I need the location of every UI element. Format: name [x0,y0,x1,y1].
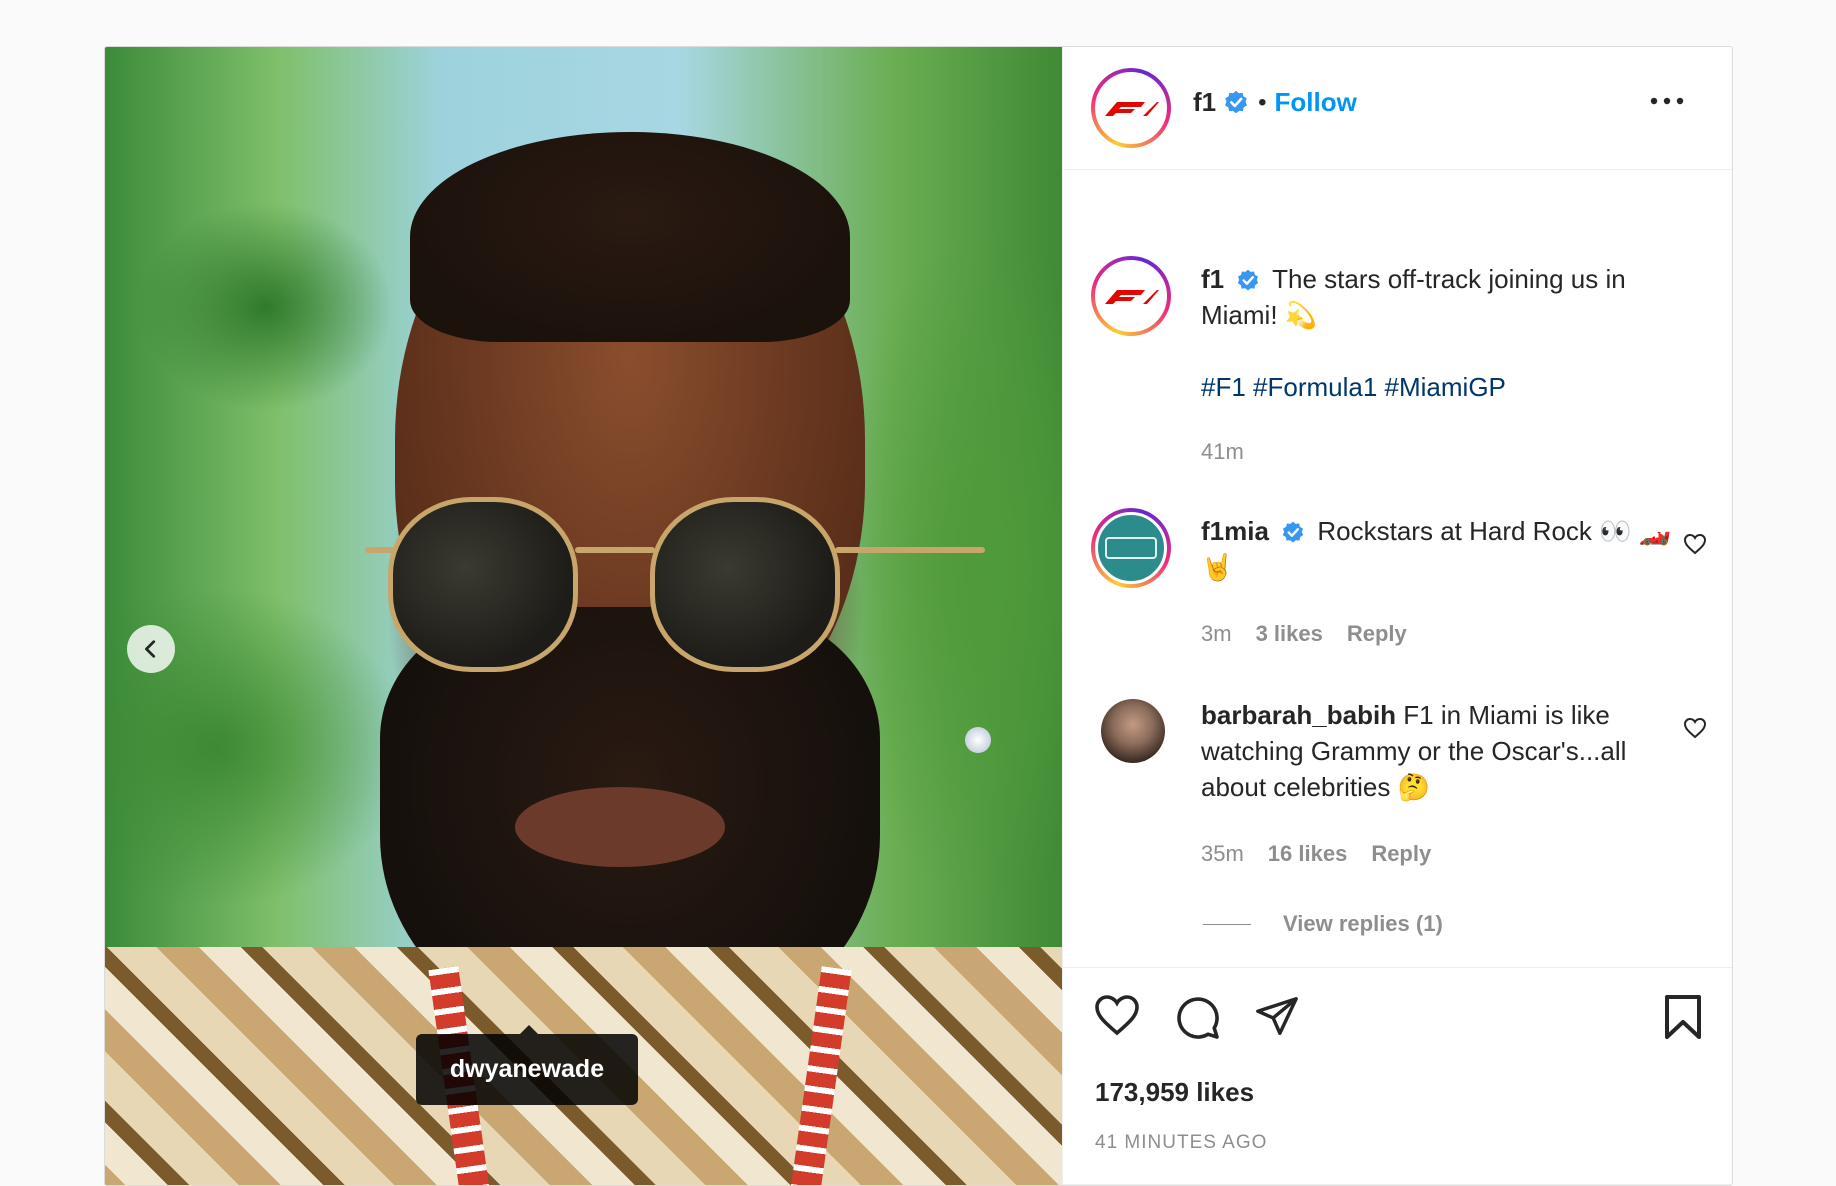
actions-divider [1063,967,1732,968]
caption-username[interactable]: f1 [1201,264,1224,294]
header-user-row: f1 • Follow [1193,87,1357,118]
caption-hashtags[interactable]: #F1 #Formula1 #MiamiGP [1201,369,1506,405]
comment-meta: 3m 3 likes Reply [1201,621,1407,647]
comment-avatar[interactable] [1091,508,1171,588]
earring [965,727,991,753]
heart-icon[interactable] [1093,993,1141,1037]
f1mia-logo-icon [1105,537,1157,559]
heart-icon[interactable] [1683,717,1707,739]
reply-button[interactable]: Reply [1371,841,1431,867]
comments-list[interactable]: f1 The stars off-track joining us in Mia… [1063,171,1732,967]
header-separator: • [1258,88,1267,116]
comment-body: Rockstars at Hard Rock 👀 🏎️🤘 [1201,516,1672,582]
verified-badge-icon [1225,90,1248,113]
sunglasses-arm-right [835,547,985,553]
action-bar [1093,993,1713,1049]
footer-divider [1063,1184,1732,1185]
caption-meta: 41m [1201,439,1244,465]
comment-icon[interactable] [1173,993,1221,1041]
comment-timestamp: 35m [1201,841,1244,866]
caption-text: f1 The stars off-track joining us in Mia… [1201,261,1701,333]
view-replies-label: View replies (1) [1283,911,1443,936]
chevron-left-icon [145,640,156,658]
like-count[interactable]: 173,959 likes [1095,1077,1254,1108]
photo-subject-mouth [515,787,725,867]
comment-text: f1mia Rockstars at Hard Rock 👀 🏎️🤘 [1201,513,1681,585]
comment-likes[interactable]: 16 likes [1268,841,1348,867]
author-avatar[interactable] [1091,68,1171,148]
comment-username[interactable]: barbarah_babih [1201,700,1396,730]
caption-body: The stars off-track joining us in Miami!… [1201,264,1626,330]
bookmark-icon[interactable] [1661,993,1705,1041]
comment-meta: 35m 16 likes Reply [1201,841,1431,867]
view-replies-button[interactable]: View replies (1) [1203,911,1443,937]
sunglasses-left-lens [388,497,578,672]
user-tag-label: dwyanewade [449,1055,605,1083]
reply-button[interactable]: Reply [1347,621,1407,647]
post-timestamp: 41 MINUTES AGO [1095,1132,1268,1153]
sunglasses-bridge [575,547,655,553]
more-options-icon[interactable] [1650,97,1684,105]
previous-media-button[interactable] [127,625,175,673]
post-header: f1 • Follow [1063,47,1732,170]
author-username[interactable]: f1 [1193,87,1216,118]
sunglasses-arm-left [365,547,395,553]
heart-icon[interactable] [1683,533,1707,555]
post-sidebar: f1 • Follow f1 The stars off-track joini… [1062,47,1732,1185]
comment-likes[interactable]: 3 likes [1256,621,1323,647]
verified-badge-icon [1282,521,1304,543]
caption-avatar[interactable] [1091,256,1171,336]
verified-badge-icon [1238,269,1259,291]
caption-timestamp: 41m [1201,439,1244,464]
follow-button[interactable]: Follow [1275,87,1357,118]
post-media-image[interactable]: dwyanewade [105,47,1062,1185]
f1-logo-icon [1105,102,1159,116]
comment-text: barbarah_babih F1 in Miami is like watch… [1201,697,1681,805]
post-modal: dwyanewade f1 • Follow f1 The stars off-… [104,46,1733,1186]
f1-logo-icon [1105,290,1159,304]
user-tag[interactable]: dwyanewade [416,1025,638,1105]
comment-timestamp: 3m [1201,621,1232,646]
photo-subject-hair [410,132,850,342]
comment-avatar[interactable] [1101,699,1165,763]
comment-username[interactable]: f1mia [1201,516,1269,546]
replies-line [1203,923,1251,925]
sunglasses-right-lens [650,497,840,672]
share-icon[interactable] [1253,993,1301,1039]
